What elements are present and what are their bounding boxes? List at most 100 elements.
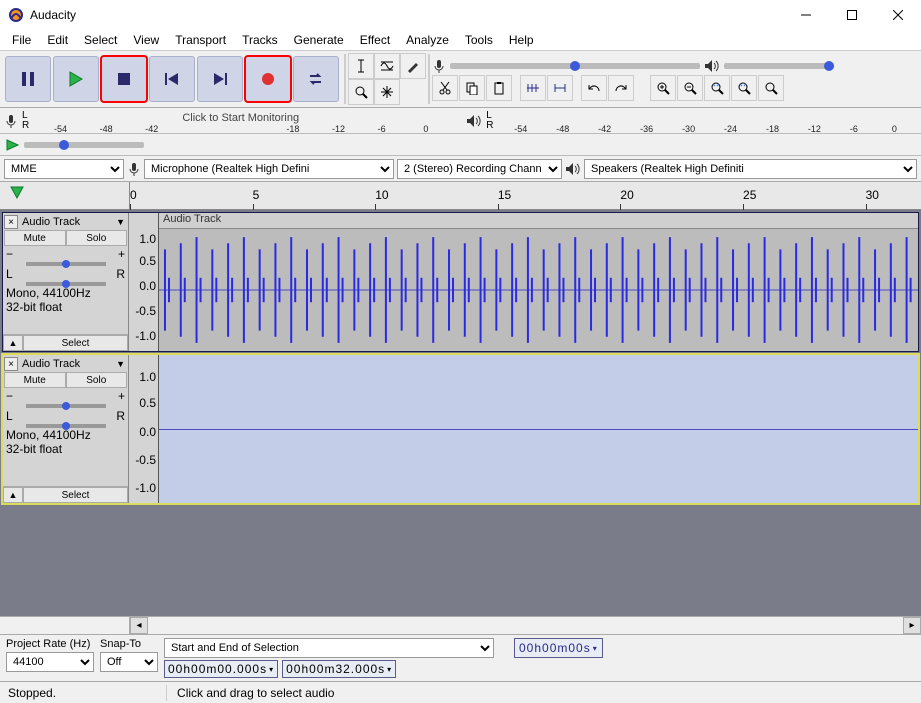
close-icon [893, 10, 903, 20]
playback-speed-slider[interactable] [24, 142, 144, 148]
scroll-left-button[interactable]: ◂ [130, 617, 148, 634]
recording-device-select[interactable]: Microphone (Realtek High Defini [144, 159, 394, 179]
draw-tool[interactable] [400, 53, 426, 79]
audio-position-display[interactable]: 00h00m00s▾ [514, 638, 603, 658]
project-rate-select[interactable]: 44100 [6, 652, 94, 672]
scroll-right-button[interactable]: ▸ [903, 617, 921, 634]
recording-meter[interactable]: LR Click to Start Monitoring -54 -48 -42… [0, 108, 921, 134]
envelope-tool[interactable] [374, 53, 400, 79]
zoom-tool[interactable] [348, 79, 374, 105]
selection-mode-select[interactable]: Start and End of Selection [164, 638, 494, 658]
track-collapse-button[interactable]: ▲ [3, 487, 23, 503]
track-format-info: Mono, 44100Hz 32-bit float [4, 428, 127, 457]
cut-button[interactable] [432, 75, 458, 101]
menu-file[interactable]: File [4, 31, 39, 49]
menu-transport[interactable]: Transport [167, 31, 234, 49]
play-button[interactable] [53, 56, 99, 102]
snap-to-select[interactable]: Off [100, 652, 158, 672]
app-logo-icon [8, 7, 24, 23]
menu-view[interactable]: View [125, 31, 167, 49]
track-name[interactable]: Audio Track [18, 358, 114, 370]
track-control-panel[interactable]: × Audio Track ▼ Mute Solo −+ LR Mono, 44… [3, 355, 129, 503]
solo-button[interactable]: Solo [66, 372, 128, 388]
waveform-display[interactable] [159, 355, 918, 503]
waveform-icon [159, 229, 918, 351]
playback-volume-slider[interactable] [724, 63, 834, 69]
minimize-icon [801, 10, 811, 20]
selection-end-time[interactable]: 00h00m32.000s▾ [282, 660, 396, 678]
mute-button[interactable]: Mute [4, 230, 66, 246]
window-maximize-button[interactable] [829, 0, 875, 30]
copy-button[interactable] [459, 75, 485, 101]
recording-volume-slider[interactable] [450, 63, 700, 69]
fit-project-button[interactable] [731, 75, 757, 101]
pause-icon [20, 71, 36, 87]
recording-channels-select[interactable]: 2 (Stereo) Recording Chann [397, 159, 562, 179]
window-titlebar: Audacity [0, 0, 921, 30]
pan-slider[interactable] [26, 424, 106, 428]
audio-host-select[interactable]: MME [4, 159, 124, 179]
timeshift-tool[interactable] [374, 79, 400, 105]
record-button[interactable] [245, 56, 291, 102]
maximize-icon [847, 10, 857, 20]
menu-edit[interactable]: Edit [39, 31, 76, 49]
track-close-button[interactable]: × [4, 357, 18, 371]
speaker-icon [704, 59, 720, 73]
menu-help[interactable]: Help [501, 31, 542, 49]
menu-tools[interactable]: Tools [457, 31, 501, 49]
pause-button[interactable] [5, 56, 51, 102]
track-close-button[interactable]: × [4, 215, 18, 229]
track-select-button[interactable]: Select [23, 335, 128, 351]
tracks-area[interactable]: × Audio Track ▼ Mute Solo −+ LR Mono, 44… [0, 210, 921, 616]
zoom-in-button[interactable] [650, 75, 676, 101]
pencil-icon [406, 59, 420, 73]
selection-start-time[interactable]: 00h00m00.000s▾ [164, 660, 278, 678]
project-rate-label: Project Rate (Hz) [6, 638, 94, 650]
window-minimize-button[interactable] [783, 0, 829, 30]
clip-title[interactable]: Audio Track [159, 213, 918, 229]
horizontal-scrollbar[interactable]: ◂ ▸ [0, 616, 921, 634]
play-icon[interactable] [6, 139, 20, 151]
menu-analyze[interactable]: Analyze [398, 31, 457, 49]
playhead-icon [10, 186, 24, 200]
timeline-ruler[interactable]: 0 5 10 15 20 25 30 [0, 182, 921, 210]
solo-button[interactable]: Solo [66, 230, 128, 246]
gain-slider[interactable] [26, 404, 106, 408]
zoom-in-icon [656, 81, 670, 95]
fit-selection-button[interactable] [704, 75, 730, 101]
selection-tool[interactable] [348, 53, 374, 79]
menu-tracks[interactable]: Tracks [234, 31, 286, 49]
undo-icon [587, 81, 601, 95]
silence-button[interactable] [547, 75, 573, 101]
paste-button[interactable] [486, 75, 512, 101]
skip-end-button[interactable] [197, 56, 243, 102]
track-name[interactable]: Audio Track [18, 216, 114, 228]
pan-slider[interactable] [26, 282, 106, 286]
track-menu-button[interactable]: ▼ [114, 217, 127, 227]
zoom-toggle-button[interactable] [758, 75, 784, 101]
skip-start-button[interactable] [149, 56, 195, 102]
waveform-display[interactable]: Audio Track [159, 213, 918, 351]
playback-meter[interactable]: -54 -48 -42 -36 -30 -24 -18 -12 -6 0 [497, 110, 917, 132]
track-menu-button[interactable]: ▼ [114, 359, 127, 369]
zoom-out-button[interactable] [677, 75, 703, 101]
undo-button[interactable] [581, 75, 607, 101]
playback-device-select[interactable]: Speakers (Realtek High Definiti [584, 159, 917, 179]
stop-button[interactable] [101, 56, 147, 102]
trim-button[interactable] [520, 75, 546, 101]
menu-effect[interactable]: Effect [352, 31, 398, 49]
redo-button[interactable] [608, 75, 634, 101]
menu-generate[interactable]: Generate [286, 31, 352, 49]
loop-button[interactable] [293, 56, 339, 102]
microphone-icon [432, 59, 446, 73]
track-control-panel[interactable]: × Audio Track ▼ Mute Solo −+ LR Mono, 44… [3, 213, 129, 351]
skip-end-icon [212, 71, 228, 87]
track-select-button[interactable]: Select [23, 487, 128, 503]
track-collapse-button[interactable]: ▲ [3, 335, 23, 351]
trim-icon [526, 81, 540, 95]
menu-select[interactable]: Select [76, 31, 125, 49]
mute-button[interactable]: Mute [4, 372, 66, 388]
zoom-toggle-icon [764, 81, 778, 95]
window-close-button[interactable] [875, 0, 921, 30]
gain-slider[interactable] [26, 262, 106, 266]
